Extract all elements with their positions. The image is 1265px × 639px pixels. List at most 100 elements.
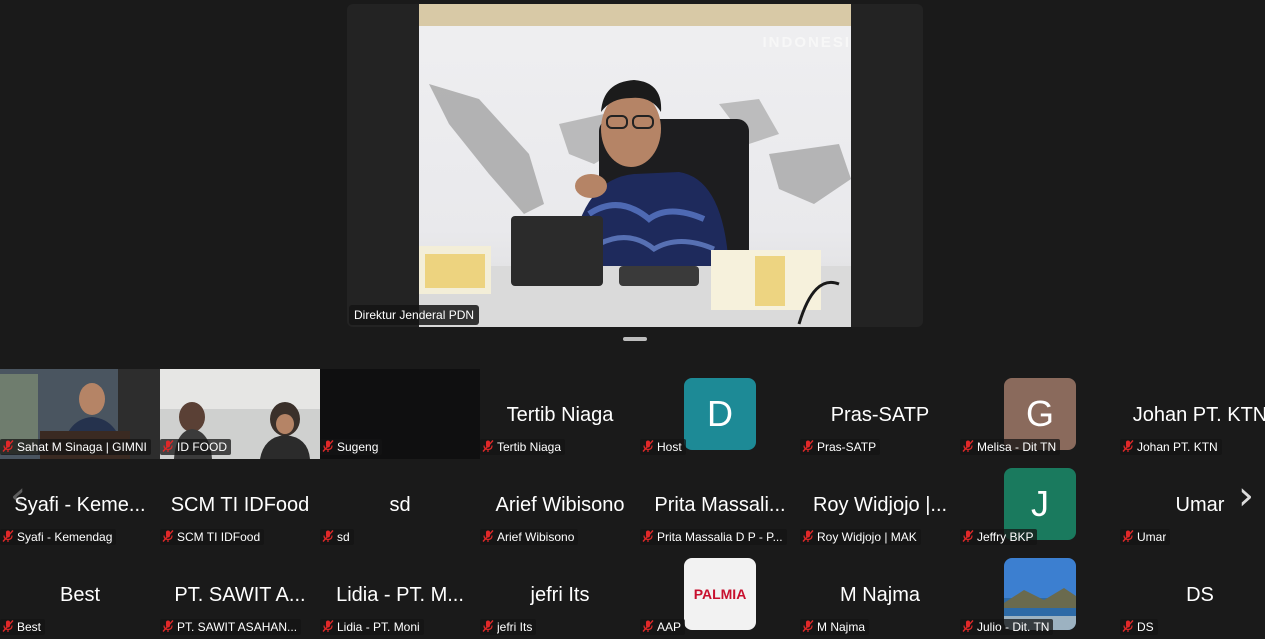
participant-name-label: Johan PT. KTN <box>1137 440 1218 454</box>
participant-name-bar: Sugeng <box>320 439 383 455</box>
participant-tile-name: Roy Widjojo |... <box>812 494 948 516</box>
muted-mic-icon <box>161 529 175 545</box>
participant-tile-name: Tertib Niaga <box>506 404 614 426</box>
muted-mic-icon <box>801 619 815 635</box>
participant-name-bar: Julio - Dit. TN <box>960 619 1054 635</box>
participant-name-bar: Johan PT. KTN <box>1120 439 1222 455</box>
participant-tile[interactable]: G Melisa - Dit TN <box>960 369 1120 459</box>
participant-name-label: DS <box>1137 620 1154 634</box>
muted-mic-icon <box>1121 439 1135 455</box>
participant-name-label: Roy Widjojo | MAK <box>817 530 917 544</box>
participant-name-label: Best <box>17 620 42 634</box>
participant-name-bar: ID FOOD <box>160 439 231 455</box>
participant-tile-name: M Najma <box>839 584 920 606</box>
muted-mic-icon <box>481 529 495 545</box>
participant-name-bar: Best <box>0 619 46 635</box>
participant-name-bar: sd <box>320 529 354 545</box>
participant-tile[interactable]: PALMIA AAP <box>640 549 800 639</box>
participant-name-label: Arief Wibisono <box>497 530 575 544</box>
participant-name-bar: Prita Massalia D P - P... <box>640 529 787 545</box>
muted-mic-icon <box>641 529 655 545</box>
participant-tile[interactable]: D Host <box>640 369 800 459</box>
participant-tile[interactable]: J Jeffry BKP <box>960 459 1120 549</box>
participant-tile[interactable]: Sahat M Sinaga | GIMNI <box>0 369 160 459</box>
participant-name-label: Host <box>657 440 682 454</box>
muted-mic-icon <box>801 439 815 455</box>
participant-tile[interactable]: Roy Widjojo |... Roy Widjojo | MAK <box>800 459 960 549</box>
participant-name-label: Syafi - Kemendag <box>17 530 113 544</box>
participant-name-bar: Arief Wibisono <box>480 529 579 545</box>
participant-tile[interactable]: Best Best <box>0 549 160 639</box>
active-speaker-stage[interactable]: INDONESI <box>347 4 923 327</box>
muted-mic-icon <box>801 529 815 545</box>
participant-name-bar: M Najma <box>800 619 870 635</box>
participant-gallery: Sahat M Sinaga | GIMNI ID FOOD Sugeng Terti… <box>0 369 1265 639</box>
participant-name-label: Melisa - Dit TN <box>977 440 1057 454</box>
participant-tile[interactable]: SCM TI IDFood SCM TI IDFood <box>160 459 320 549</box>
muted-mic-icon <box>321 619 335 635</box>
resize-drag-handle[interactable] <box>623 337 647 341</box>
participant-name-label: M Najma <box>817 620 866 634</box>
participant-tile-name: jefri Its <box>530 584 590 606</box>
participant-tile[interactable]: DS DS <box>1120 549 1265 639</box>
participant-name-label: Tertib Niaga <box>497 440 562 454</box>
next-page-arrow-icon[interactable]: › <box>1238 476 1254 516</box>
muted-mic-icon <box>321 529 335 545</box>
participant-tile[interactable]: jefri Its jefri Its <box>480 549 640 639</box>
participant-tile[interactable]: ID FOOD <box>160 369 320 459</box>
participant-tile[interactable]: Sugeng <box>320 369 480 459</box>
participant-tile-name: Prita Massali... <box>654 494 786 516</box>
participant-name-label: Julio - Dit. TN <box>977 620 1050 634</box>
participant-name-label: SCM TI IDFood <box>177 530 261 544</box>
participant-name-bar: Roy Widjojo | MAK <box>800 529 921 545</box>
participant-tile-name: PT. SAWIT A... <box>174 584 306 606</box>
participant-tile-name: sd <box>389 494 411 516</box>
participant-name-label: Pras-SATP <box>817 440 877 454</box>
participant-name-label: Lidia - PT. Moni <box>337 620 420 634</box>
participant-tile[interactable]: Julio - Dit. TN <box>960 549 1120 639</box>
participant-name-bar: PT. SAWIT ASAHAN... <box>160 619 302 635</box>
muted-mic-icon <box>1 619 15 635</box>
muted-mic-icon <box>641 619 655 635</box>
participant-tile[interactable]: Tertib Niaga Tertib Niaga <box>480 369 640 459</box>
participant-tile[interactable]: M Najma M Najma <box>800 549 960 639</box>
muted-mic-icon <box>1121 529 1135 545</box>
participant-name-bar: Jeffry BKP <box>960 529 1038 545</box>
participant-name-label: PT. SAWIT ASAHAN... <box>177 620 298 634</box>
participant-name-label: sd <box>337 530 350 544</box>
participant-name-bar: Tertib Niaga <box>480 439 566 455</box>
participant-tile[interactable]: Pras-SATP Pras-SATP <box>800 369 960 459</box>
muted-mic-icon <box>1121 619 1135 635</box>
participant-tile[interactable]: Prita Massali... Prita Massalia D P - P..… <box>640 459 800 549</box>
participant-name-bar: Host <box>640 439 686 455</box>
participant-tile-name: Pras-SATP <box>830 404 930 426</box>
participant-name-bar: DS <box>1120 619 1158 635</box>
speaker-video-illustration <box>419 80 851 327</box>
participant-tile-name: SCM TI IDFood <box>170 494 310 516</box>
previous-page-arrow-icon[interactable]: ‹ <box>10 476 26 516</box>
participant-avatar-letter: D <box>684 378 756 450</box>
participant-name-bar: jefri Its <box>480 619 537 635</box>
participant-name-label: Umar <box>1137 530 1167 544</box>
participant-name-bar: Syafi - Kemendag <box>0 529 117 545</box>
participant-logo-text: PALMIA <box>693 586 747 602</box>
participant-tile[interactable]: Arief Wibisono Arief Wibisono <box>480 459 640 549</box>
muted-mic-icon <box>961 619 975 635</box>
participant-tile-name: DS <box>1186 584 1214 606</box>
muted-mic-icon <box>961 529 975 545</box>
participant-name-label: ID FOOD <box>177 440 227 454</box>
participant-name-label: Sahat M Sinaga | GIMNI <box>17 440 147 454</box>
participant-tile-name: Best <box>59 584 101 606</box>
participant-tile[interactable]: sd sd <box>320 459 480 549</box>
muted-mic-icon <box>1 529 15 545</box>
participant-name-bar: Melisa - Dit TN <box>960 439 1061 455</box>
participant-name-bar: AAP <box>640 619 686 635</box>
participant-name-bar: Lidia - PT. Moni <box>320 619 424 635</box>
muted-mic-icon <box>481 439 495 455</box>
participant-tile[interactable]: Johan PT. KTN Johan PT. KTN <box>1120 369 1265 459</box>
participant-tile[interactable]: Lidia - PT. M... Lidia - PT. Moni <box>320 549 480 639</box>
participant-tile[interactable]: PT. SAWIT A... PT. SAWIT ASAHAN... <box>160 549 320 639</box>
participant-name-label: Jeffry BKP <box>977 530 1034 544</box>
participant-name-label: AAP <box>657 620 682 634</box>
participant-name-label: jefri Its <box>497 620 533 634</box>
